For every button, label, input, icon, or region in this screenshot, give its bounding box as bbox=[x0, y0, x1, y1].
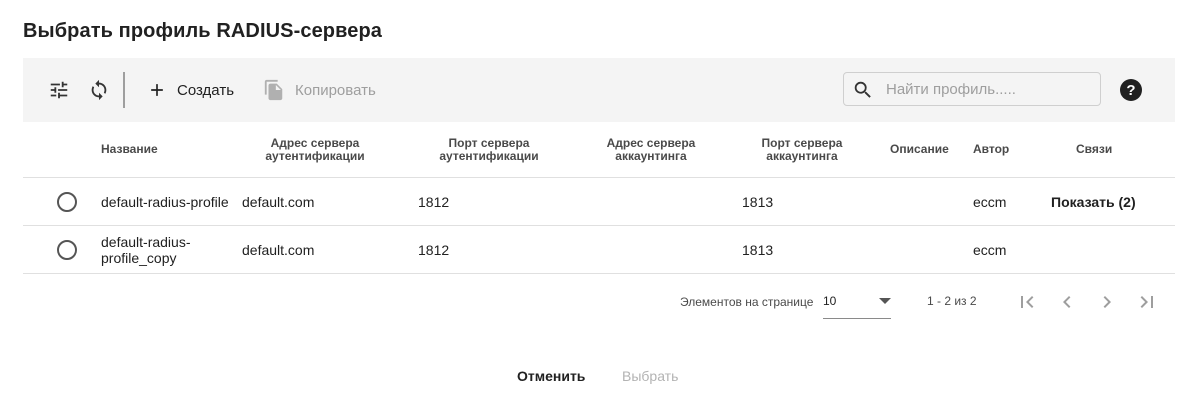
create-button-label: Создать bbox=[177, 81, 235, 99]
column-header-links[interactable]: Связи bbox=[1076, 143, 1112, 156]
search-icon bbox=[854, 81, 871, 98]
column-header-description[interactable]: Описание bbox=[890, 143, 949, 156]
copy-button-label: Копировать bbox=[295, 81, 376, 99]
cell-auth-port: 1812 bbox=[418, 242, 450, 258]
per-page-select[interactable]: 10 bbox=[823, 288, 891, 319]
sync-icon[interactable] bbox=[85, 76, 113, 104]
copy-button[interactable]: Копировать bbox=[263, 76, 376, 104]
search-input[interactable] bbox=[886, 73, 1092, 105]
cell-auth-address: default.com bbox=[242, 194, 315, 210]
column-header-acct-address[interactable]: Адрес сервера аккаунтинга bbox=[586, 137, 716, 163]
previous-page-icon[interactable] bbox=[1055, 290, 1079, 314]
select-button[interactable]: Выбрать bbox=[622, 368, 678, 384]
cell-author: eccm bbox=[973, 194, 1007, 210]
table-divider bbox=[23, 225, 1175, 226]
last-page-icon[interactable] bbox=[1135, 290, 1159, 314]
table-divider bbox=[23, 273, 1175, 274]
column-header-name[interactable]: Название bbox=[101, 143, 158, 156]
row-select-radio[interactable] bbox=[57, 240, 77, 260]
per-page-value: 10 bbox=[823, 294, 837, 308]
page-range: 1 - 2 из 2 bbox=[927, 294, 977, 308]
search-box bbox=[843, 72, 1101, 106]
row-select-radio[interactable] bbox=[57, 192, 77, 212]
cell-auth-port: 1812 bbox=[418, 194, 450, 210]
create-button[interactable]: Создать bbox=[147, 76, 234, 104]
tune-icon[interactable] bbox=[45, 76, 73, 104]
column-header-auth-address[interactable]: Адрес сервера аутентификации bbox=[250, 137, 380, 163]
help-icon[interactable]: ? bbox=[1120, 79, 1142, 101]
first-page-icon[interactable] bbox=[1015, 290, 1039, 314]
plus-icon bbox=[151, 84, 163, 96]
copy-file-icon bbox=[264, 79, 283, 101]
cell-name: default-radius- profile_copy bbox=[101, 234, 191, 266]
dialog-title: Выбрать профиль RADIUS-сервера bbox=[23, 20, 383, 42]
chevron-down-icon bbox=[879, 298, 891, 304]
cell-auth-address: default.com bbox=[242, 242, 315, 258]
cell-acct-port: 1813 bbox=[742, 242, 774, 258]
column-header-auth-port[interactable]: Порт сервера аутентификации bbox=[424, 137, 554, 163]
toolbar: Создать Копировать ? bbox=[23, 58, 1175, 122]
toolbar-divider bbox=[123, 72, 125, 108]
per-page-label: Элементов на странице bbox=[680, 295, 814, 309]
table-divider bbox=[23, 177, 1175, 178]
cancel-button[interactable]: Отменить bbox=[517, 368, 585, 384]
column-header-author[interactable]: Автор bbox=[973, 143, 1009, 156]
cell-acct-port: 1813 bbox=[742, 194, 774, 210]
show-links-button[interactable]: Показать (2) bbox=[1051, 194, 1136, 210]
cell-author: eccm bbox=[973, 242, 1007, 258]
column-header-acct-port[interactable]: Порт сервера аккаунтинга bbox=[737, 137, 867, 163]
next-page-icon[interactable] bbox=[1095, 290, 1119, 314]
cell-name: default-radius-profile bbox=[101, 194, 229, 210]
